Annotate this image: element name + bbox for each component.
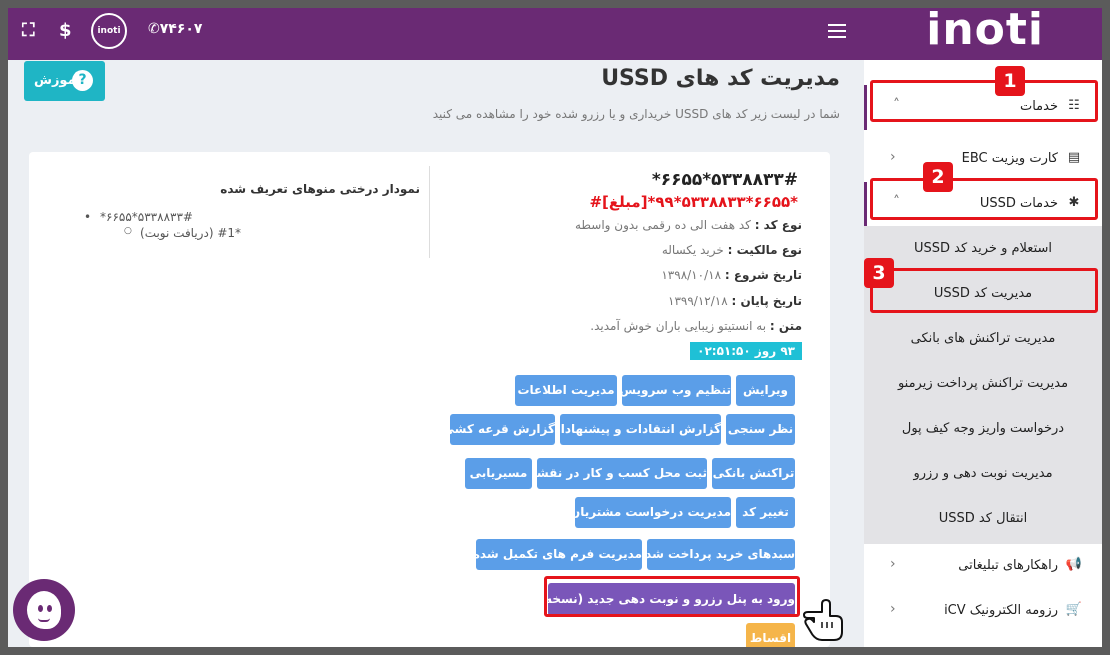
tree-child: (دریافت نوبت) #1* [84,226,241,240]
id-card-icon: ▤ [1067,150,1081,165]
dollar-icon[interactable]: $ [59,20,72,41]
sidebar-item-label: رزومه الکترونیک iCV [944,603,1058,618]
callout-box-ussd-services [870,178,1098,220]
info-label: متن : [769,319,802,333]
callout-badge-1: 1 [995,66,1025,96]
page-title: مدیریت کد های USSD [601,66,840,91]
tutorial-button[interactable]: ? آموزش [24,61,105,101]
menu-tree: *۶۶۵۵*۵۳۳۸۸۳۳# (دریافت نوبت) #1* [84,210,241,240]
expand-icon[interactable]: ⛶ [22,20,35,41]
chevron-left-icon: ‹ [890,556,896,572]
ussd-code: *۶۶۵۵*۵۳۳۸۸۳۳# [651,170,798,190]
pointer-hand-icon [803,599,843,641]
customer-requests-button[interactable]: مدیریت درخواست مشتریان [570,497,731,528]
phone-icon: ✆ [148,21,160,37]
chevron-left-icon: ‹ [890,601,896,617]
avatar[interactable]: inoti [91,13,127,49]
info-label: تاریخ پایان : [731,294,803,308]
info-value: ۱۳۹۸/۱۰/۱۸ [661,268,722,282]
phone-number: ۷۴۶۰۷ [159,21,203,37]
submenu-item-transfer-ussd[interactable]: انتقال کد USSD [864,496,1102,541]
callout-box-services [870,80,1098,122]
sidebar-item-label: راهکارهای تبلیغاتی [958,558,1058,573]
sidebar-item-icv[interactable]: 🛒 رزومه الکترونیک iCV ‹ [864,589,1102,634]
sidebar-item-label: کارت ویزیت EBC [961,151,1058,166]
sidebar-item-ebc[interactable]: ▤ کارت ویزیت EBC ‹ [864,137,1102,182]
callout-box-manage-ussd [870,268,1098,313]
menu-toggle-icon[interactable] [828,24,846,38]
info-management-button[interactable]: مدیریت اطلاعات [515,375,617,406]
web-service-button[interactable]: تنظیم وب سرویس [620,375,731,406]
info-value: ۱۳۹۹/۱۲/۱۸ [668,294,728,308]
sidebar-item-advertising[interactable]: 📢 راهکارهای تبلیغاتی ‹ [864,544,1102,589]
submenu-item-buy-ussd[interactable]: استعلام و خرید کد USSD [864,226,1102,271]
edit-button[interactable]: ویرایش [736,375,795,406]
sidebar: ☷ خدمات ˄ ▤ کارت ویزیت EBC ‹ ✱ خدمات USS… [864,60,1102,647]
expiry-timer: ۹۳ روز ۰۲:۵۱:۵۰ [690,342,802,360]
cart-icon: 🛒 [1065,602,1082,617]
submenu-item-wallet-withdraw[interactable]: درخواست واریز وجه کیف پول [864,406,1102,451]
chevron-left-icon: ‹ [890,149,896,165]
tree-title: نمودار درختی منوهای تعریف شده [220,182,420,196]
info-value: به انستیتو زیبایی باران خوش آمدید. [590,319,767,333]
ussd-card: *۶۶۵۵*۵۳۳۸۸۳۳# *۶۶۵۵*۵۳۳۸۸۳۳*۹۹*[مبلغ]# … [29,152,830,647]
callout-box-beta [544,576,800,617]
info-code-type: نوع کد : کد هفت الی ده رقمی بدون واسطه [575,218,802,232]
submenu-item-bank-transactions[interactable]: مدیریت تراکنش های بانکی [864,316,1102,361]
info-label: نوع کد : [754,218,802,232]
callout-badge-2: 2 [923,162,953,192]
app-frame: ⛶ $ inoti ✆۷۴۶۰۷ inoti ☷ خدمات ˄ ▤ کارت … [8,8,1102,647]
info-value: خرید یکساله [661,243,724,257]
chat-face-icon [27,591,61,629]
change-code-button[interactable]: تغییر کد [736,497,795,528]
page-subtitle: شما در لیست زیر کد های USSD خریداری و یا… [432,107,840,121]
info-end-date: تاریخ پایان : ۱۳۹۹/۱۲/۱۸ [668,294,802,308]
divider [429,166,430,258]
callout-badge-3: 3 [864,258,894,288]
submenu-item-submenu-payments[interactable]: مدیریت تراکنش پرداخت زیرمنو [864,361,1102,406]
support-phone[interactable]: ✆۷۴۶۰۷ [148,21,202,37]
forms-management-button[interactable]: مدیریت فرم های تکمیل شده [473,539,642,570]
lottery-report-button[interactable]: گزارش قرعه کشی [442,414,555,445]
top-bar: ⛶ $ inoti ✆۷۴۶۰۷ inoti [8,8,1102,60]
bank-transaction-button[interactable]: تراکنش بانکی [712,458,795,489]
submenu-item-reservation[interactable]: مدیریت نوبت دهی و رزرو [864,451,1102,496]
survey-button[interactable]: نظر سنجی [726,414,795,445]
map-register-button[interactable]: ثبت محل کسب و کار در نقشه [530,458,707,489]
chat-widget-button[interactable] [13,579,75,641]
info-value: کد هفت الی ده رقمی بدون واسطه [574,218,751,232]
paid-baskets-button[interactable]: سبدهای خرید پرداخت شده [638,539,795,570]
info-label: تاریخ شروع : [724,268,802,282]
routing-button[interactable]: مسیریابی [465,458,532,489]
tree-root: *۶۶۵۵*۵۳۳۸۸۳۳# [84,210,241,224]
megaphone-icon: 📢 [1065,557,1082,572]
feedback-report-button[interactable]: گزارش انتقادات و پیشنهادات [549,414,721,445]
info-ownership: نوع مالکیت : خرید یکساله [662,243,802,257]
installments-button[interactable]: اقساط [746,623,795,647]
info-label: نوع مالکیت : [727,243,802,257]
info-text: متن : به انستیتو زیبایی باران خوش آمدید. [590,319,802,333]
info-start-date: تاریخ شروع : ۱۳۹۸/۱۰/۱۸ [661,268,802,282]
brand-logo[interactable]: inoti [926,8,1044,52]
ussd-pay-code: *۶۶۵۵*۵۳۳۸۸۳۳*۹۹*[مبلغ]# [589,193,798,211]
tutorial-label: آموزش [34,73,81,88]
